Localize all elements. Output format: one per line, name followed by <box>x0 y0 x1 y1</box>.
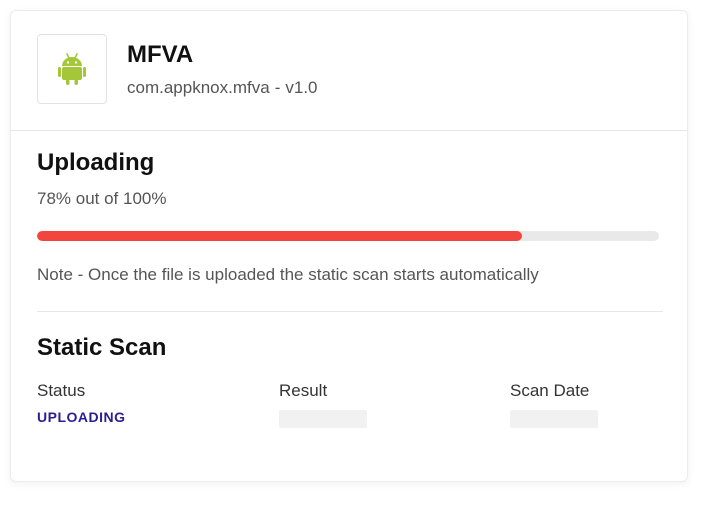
app-name: MFVA <box>127 41 194 68</box>
app-package: com.appknox.mfva <box>127 78 270 97</box>
scan-date-label: Scan Date <box>510 381 590 400</box>
app-version: v1.0 <box>285 78 318 97</box>
scan-status-column: Status UPLOADING <box>37 381 126 425</box>
app-upload-card: MFVA com.appknox.mfva - v1.0 Uploading 78%… <box>10 10 688 482</box>
upload-progress-bar <box>37 231 659 241</box>
app-header: MFVA com.appknox.mfva - v1.0 <box>11 11 687 131</box>
upload-title: Uploading <box>37 149 155 176</box>
upload-progress-fill <box>37 231 523 241</box>
section-divider <box>37 311 663 312</box>
android-icon <box>58 53 86 85</box>
app-meta: com.appknox.mfva - v1.0 <box>127 78 318 98</box>
scan-result-column: Result <box>279 381 367 428</box>
upload-note: Note - Once the file is uploaded the sta… <box>37 265 539 284</box>
app-meta-separator: - <box>274 78 281 97</box>
scan-result-placeholder <box>279 410 367 428</box>
scan-status-label: Status <box>37 381 86 400</box>
scan-status-value: UPLOADING <box>37 409 126 425</box>
scan-result-label: Result <box>279 381 328 400</box>
scan-date-column: Scan Date <box>510 381 598 428</box>
static-scan-title: Static Scan <box>37 334 167 361</box>
scan-date-placeholder <box>510 410 598 428</box>
app-icon-container <box>37 34 107 104</box>
upload-progress-text: 78% out of 100% <box>37 189 167 208</box>
